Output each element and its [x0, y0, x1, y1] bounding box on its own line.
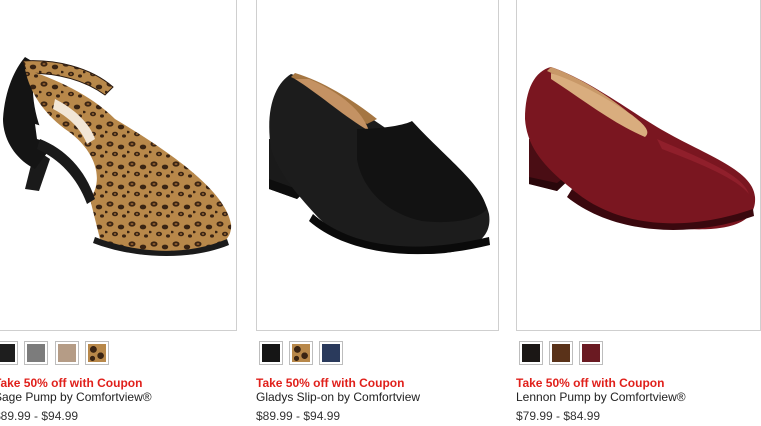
promo-text[interactable]: Take 50% off with Coupon	[516, 376, 664, 390]
swatch-black[interactable]	[519, 341, 543, 365]
swatch-black[interactable]	[259, 341, 283, 365]
black-slip-on-image	[269, 73, 490, 255]
product-image[interactable]	[0, 0, 237, 331]
product-name[interactable]: Sage Pump by Comfortview®	[0, 390, 152, 404]
swatch-leopard[interactable]	[289, 341, 313, 365]
swatch-taupe[interactable]	[55, 341, 79, 365]
swatch-leopard[interactable]	[85, 341, 109, 365]
swatch-grey[interactable]	[24, 341, 48, 365]
product-price: $89.99 - $94.99	[256, 409, 341, 423]
promo-text[interactable]: Take 50% off with Coupon	[256, 376, 404, 390]
promo-text[interactable]: Take 50% off with Coupon	[0, 376, 142, 390]
swatch-black[interactable]	[0, 341, 18, 365]
product-image[interactable]	[256, 0, 499, 331]
product-name[interactable]: Lennon Pump by Comfortview®	[516, 390, 686, 404]
swatch-navy[interactable]	[319, 341, 343, 365]
product-price: $89.99 - $94.99	[0, 409, 79, 423]
swatch-burgundy[interactable]	[579, 341, 603, 365]
burgundy-pump-image	[525, 67, 756, 230]
leopard-pump-image	[3, 57, 232, 257]
product-image[interactable]	[516, 0, 761, 331]
swatch-brown[interactable]	[549, 341, 573, 365]
product-price: $79.99 - $84.99	[516, 409, 601, 423]
product-name[interactable]: Gladys Slip-on by Comfortview	[256, 390, 420, 404]
